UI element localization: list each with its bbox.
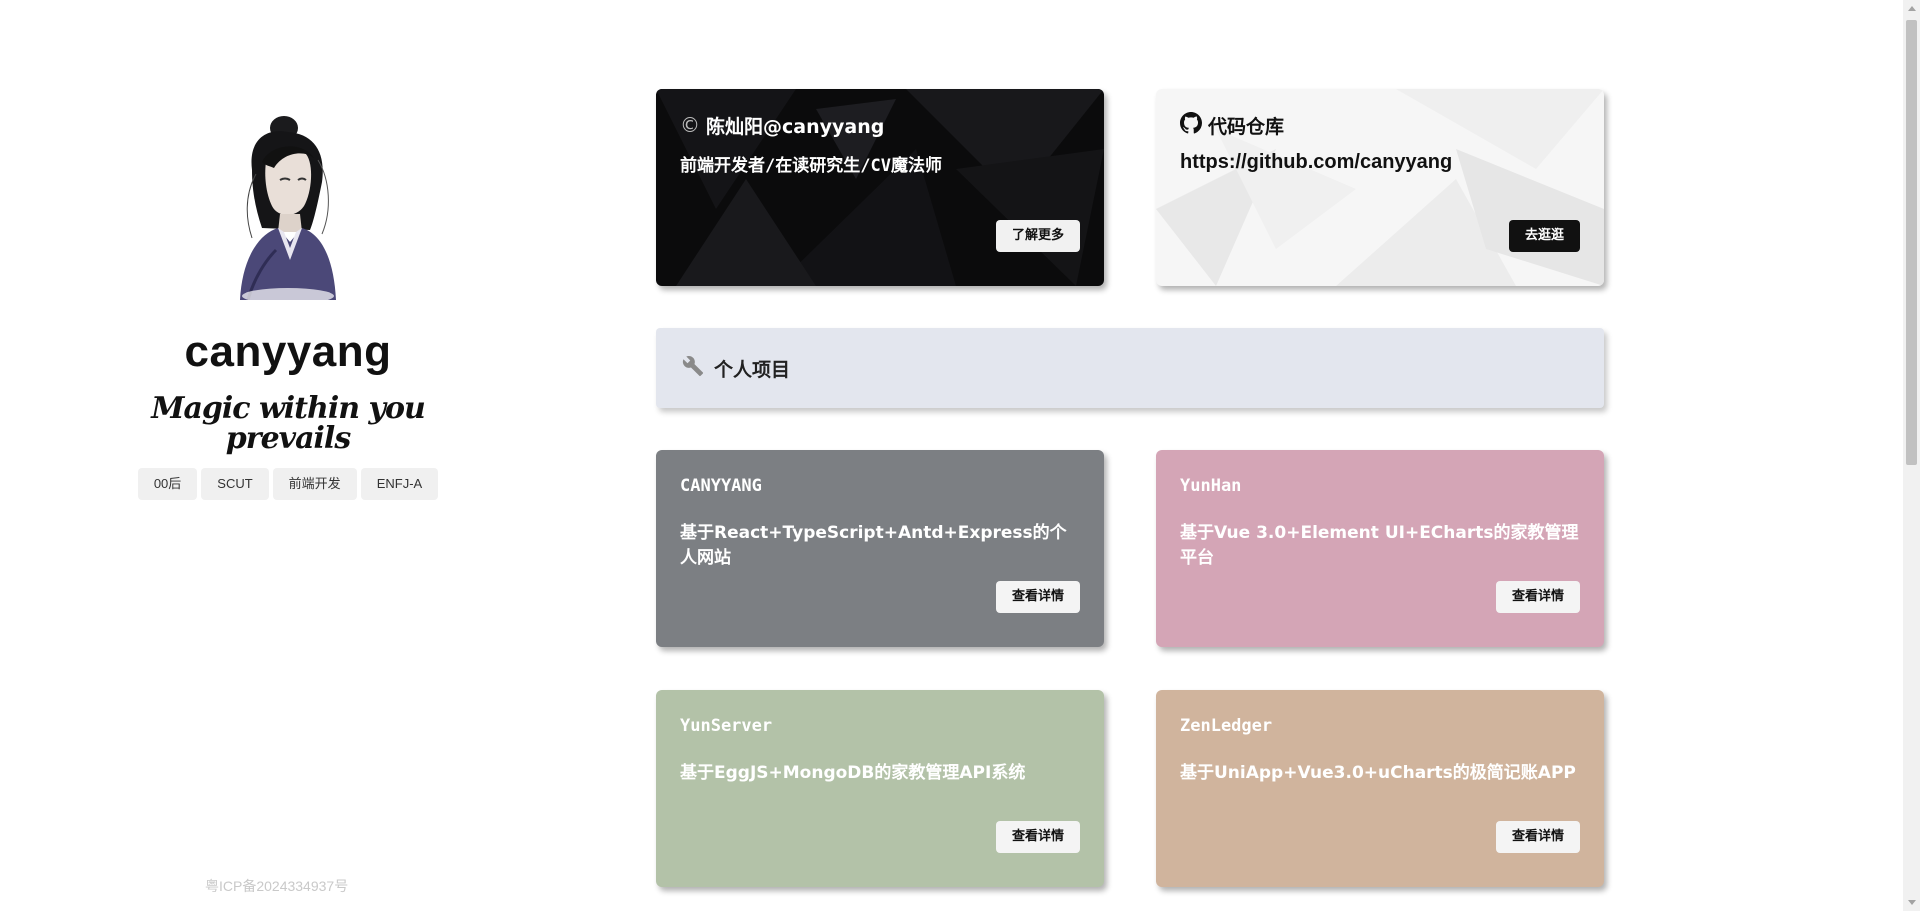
view-details-button[interactable]: 查看详情 <box>1495 581 1580 613</box>
visit-repo-button[interactable]: 去逛逛 <box>1508 220 1580 252</box>
motto: Magic within you prevails <box>151 391 426 456</box>
view-details-button[interactable]: 查看详情 <box>995 821 1080 853</box>
section-header: 个人项目 <box>656 328 1604 408</box>
profile-card-title-row: © 陈灿阳@canyyang <box>680 111 1080 139</box>
tag-item: 00后 <box>137 468 198 500</box>
view-details-button[interactable]: 查看详情 <box>995 581 1080 613</box>
project-name: ZenLedger <box>1180 716 1273 736</box>
scroll-up-arrow-icon[interactable] <box>1908 6 1916 11</box>
tag-item: SCUT <box>201 468 269 500</box>
page-scrollbar[interactable] <box>1903 0 1920 911</box>
scroll-thumb[interactable] <box>1906 20 1917 465</box>
avatar <box>218 110 358 300</box>
scroll-down-arrow-icon[interactable] <box>1908 900 1916 905</box>
icp-link[interactable]: 粤ICP备2024334937号 <box>205 876 348 896</box>
project-desc: 基于UniApp+Vue3.0+uCharts的极简记账APP <box>1180 763 1576 783</box>
repo-card-title: 代码仓库 <box>1208 115 1285 138</box>
project-card: ZenLedger 基于UniApp+Vue3.0+uCharts的极简记账AP… <box>1156 690 1604 887</box>
tag-item: ENFJ-A <box>360 468 439 500</box>
wrench-icon <box>682 355 704 382</box>
view-details-button[interactable]: 查看详情 <box>1495 821 1580 853</box>
profile-card-title: 陈灿阳@canyyang <box>706 115 885 138</box>
repo-card-title-row: 代码仓库 <box>1180 111 1580 139</box>
page: canyyang Magic within you prevails 00后 S… <box>0 0 1920 911</box>
section-title: 个人项目 <box>714 358 791 381</box>
project-desc: 基于React+TypeScript+Antd+Express的个人网站 <box>680 523 1067 568</box>
profile-card: © 陈灿阳@canyyang 前端开发者/在读研究生/CV魔法师 了解更多 <box>656 89 1104 286</box>
learn-more-button[interactable]: 了解更多 <box>995 220 1080 252</box>
repo-card: 代码仓库 https://github.com/canyyang 去逛逛 <box>1156 89 1604 286</box>
project-desc: 基于Vue 3.0+Element UI+ECharts的家教管理平台 <box>1180 523 1579 568</box>
profile-card-desc: 前端开发者/在读研究生/CV魔法师 <box>680 156 942 176</box>
project-name: CANYYANG <box>680 476 762 496</box>
repo-card-url[interactable]: https://github.com/canyyang <box>1180 151 1580 174</box>
profile-panel: canyyang Magic within you prevails 00后 S… <box>128 110 448 500</box>
project-desc: 基于EggJS+MongoDB的家教管理API系统 <box>680 763 1026 783</box>
project-card: CANYYANG 基于React+TypeScript+Antd+Express… <box>656 450 1104 647</box>
copyright-c-icon: © <box>680 113 700 137</box>
project-name: YunServer <box>680 716 773 736</box>
project-card: YunServer 基于EggJS+MongoDB的家教管理API系统 查看详情 <box>656 690 1104 887</box>
tag-list: 00后 SCUT 前端开发 ENFJ-A <box>128 468 448 500</box>
username: canyyang <box>184 327 392 376</box>
github-icon <box>1180 111 1202 139</box>
tag-item: 前端开发 <box>272 468 357 500</box>
project-card: YunHan 基于Vue 3.0+Element UI+ECharts的家教管理… <box>1156 450 1604 647</box>
project-name: YunHan <box>1180 476 1242 496</box>
